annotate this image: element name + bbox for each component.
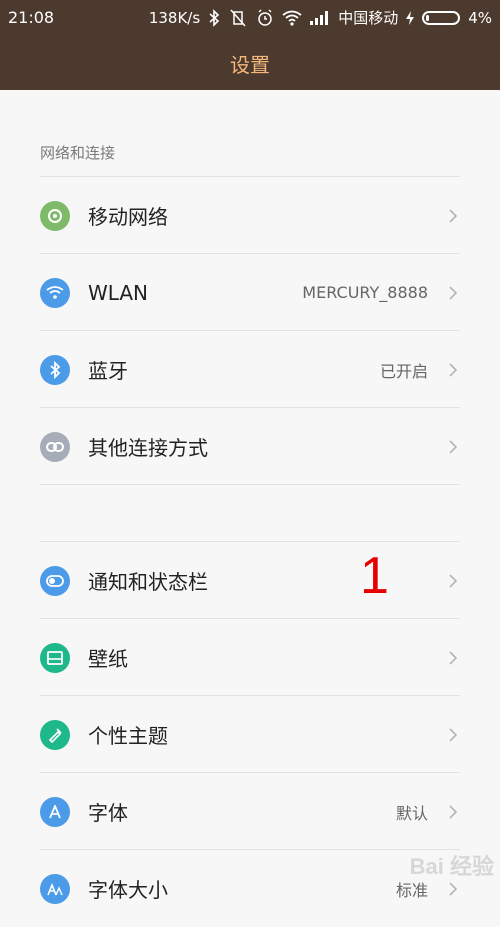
settings-item-wallpaper[interactable]: 壁纸	[40, 618, 460, 696]
bluetooth-icon	[40, 354, 70, 385]
chevron-right-icon	[446, 572, 460, 590]
settings-item-label: 其他连接方式	[88, 436, 208, 460]
settings-item-value: 默认	[395, 803, 428, 823]
settings-item-other-connections[interactable]: 其他连接方式	[40, 407, 460, 485]
settings-item-label: 壁纸	[88, 647, 128, 671]
status-right: 138K/s 中国移动 4%	[149, 7, 492, 28]
settings-item-label: 蓝牙	[88, 359, 128, 383]
font-a-icon	[40, 796, 70, 827]
settings-item-value: 已开启	[379, 361, 428, 381]
section-divider	[40, 484, 460, 485]
chevron-right-icon	[446, 726, 460, 744]
toggle-icon	[40, 565, 70, 596]
link-icon	[40, 431, 70, 462]
settings-item-font-size[interactable]: 字体大小 标准	[40, 849, 460, 927]
page-title-bar: 设置	[0, 36, 500, 90]
settings-item-font[interactable]: 字体 默认	[40, 772, 460, 850]
chevron-right-icon	[446, 284, 460, 302]
battery-icon	[422, 10, 461, 25]
signal-icon	[310, 8, 330, 28]
wifi-status-icon	[282, 8, 302, 28]
wallpaper-icon	[40, 642, 70, 673]
settings-item-notifications[interactable]: 通知和状态栏	[40, 541, 460, 619]
annotation-number: 1	[360, 547, 389, 605]
bluetooth-status-icon	[208, 8, 220, 28]
page-title: 设置	[230, 52, 270, 77]
vibrate-off-icon	[228, 8, 248, 28]
settings-item-bluetooth[interactable]: 蓝牙 已开启	[40, 330, 460, 408]
network-speed: 138K/s	[148, 8, 201, 27]
battery-percent: 4%	[468, 8, 492, 27]
section-label-network: 网络和连接	[40, 144, 116, 162]
chevron-right-icon	[446, 207, 460, 225]
chevron-right-icon	[446, 438, 460, 456]
settings-item-themes[interactable]: 个性主题	[40, 695, 460, 773]
chevron-right-icon	[446, 803, 460, 821]
alarm-icon	[256, 8, 274, 28]
settings-list: 网络和连接 移动网络 WLAN MERCURY_8888 蓝牙 已开启 其他连接…	[0, 90, 500, 904]
mobile-network-icon	[40, 200, 70, 231]
status-bar: 21:08 138K/s 中国移动 4%	[0, 0, 500, 36]
baidu-watermark: Bai 经验	[409, 854, 494, 879]
chevron-right-icon	[446, 649, 460, 667]
settings-item-label: 个性主题	[88, 724, 168, 748]
settings-item-value: MERCURY_8888	[302, 283, 428, 302]
chevron-right-icon	[446, 361, 460, 379]
carrier-name: 中国移动	[338, 9, 399, 27]
wifi-icon	[40, 277, 70, 308]
status-time: 21:08	[8, 8, 55, 27]
settings-item-label: 字体	[88, 801, 128, 825]
theme-brush-icon	[40, 719, 70, 750]
settings-item-label: WLAN	[88, 280, 149, 305]
settings-item-wlan[interactable]: WLAN MERCURY_8888	[40, 253, 460, 331]
settings-item-label: 移动网络	[88, 205, 168, 229]
charging-icon	[406, 8, 415, 28]
settings-item-mobile-network[interactable]: 移动网络	[40, 176, 460, 254]
